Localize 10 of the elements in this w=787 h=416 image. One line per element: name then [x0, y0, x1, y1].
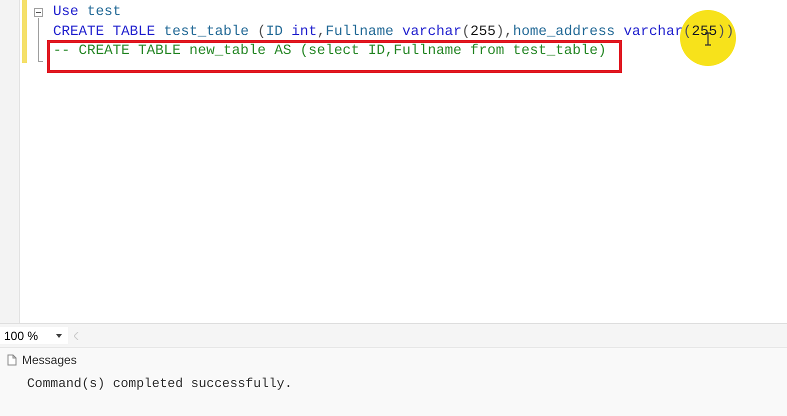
- fold-line: [38, 18, 43, 62]
- document-icon: [6, 354, 18, 366]
- code-line: Use test: [52, 3, 122, 22]
- change-bar: [22, 0, 27, 63]
- message-text: Command(s) completed successfully.: [26, 375, 294, 393]
- caret-icon: [56, 334, 62, 338]
- zoom-dropdown[interactable]: 100 %: [0, 327, 68, 344]
- messages-tab[interactable]: Messages: [0, 350, 787, 370]
- code-line: -- CREATE TABLE new_table AS (select ID,Fullname from test_table): [52, 42, 606, 61]
- collapse-icon[interactable]: [34, 8, 43, 17]
